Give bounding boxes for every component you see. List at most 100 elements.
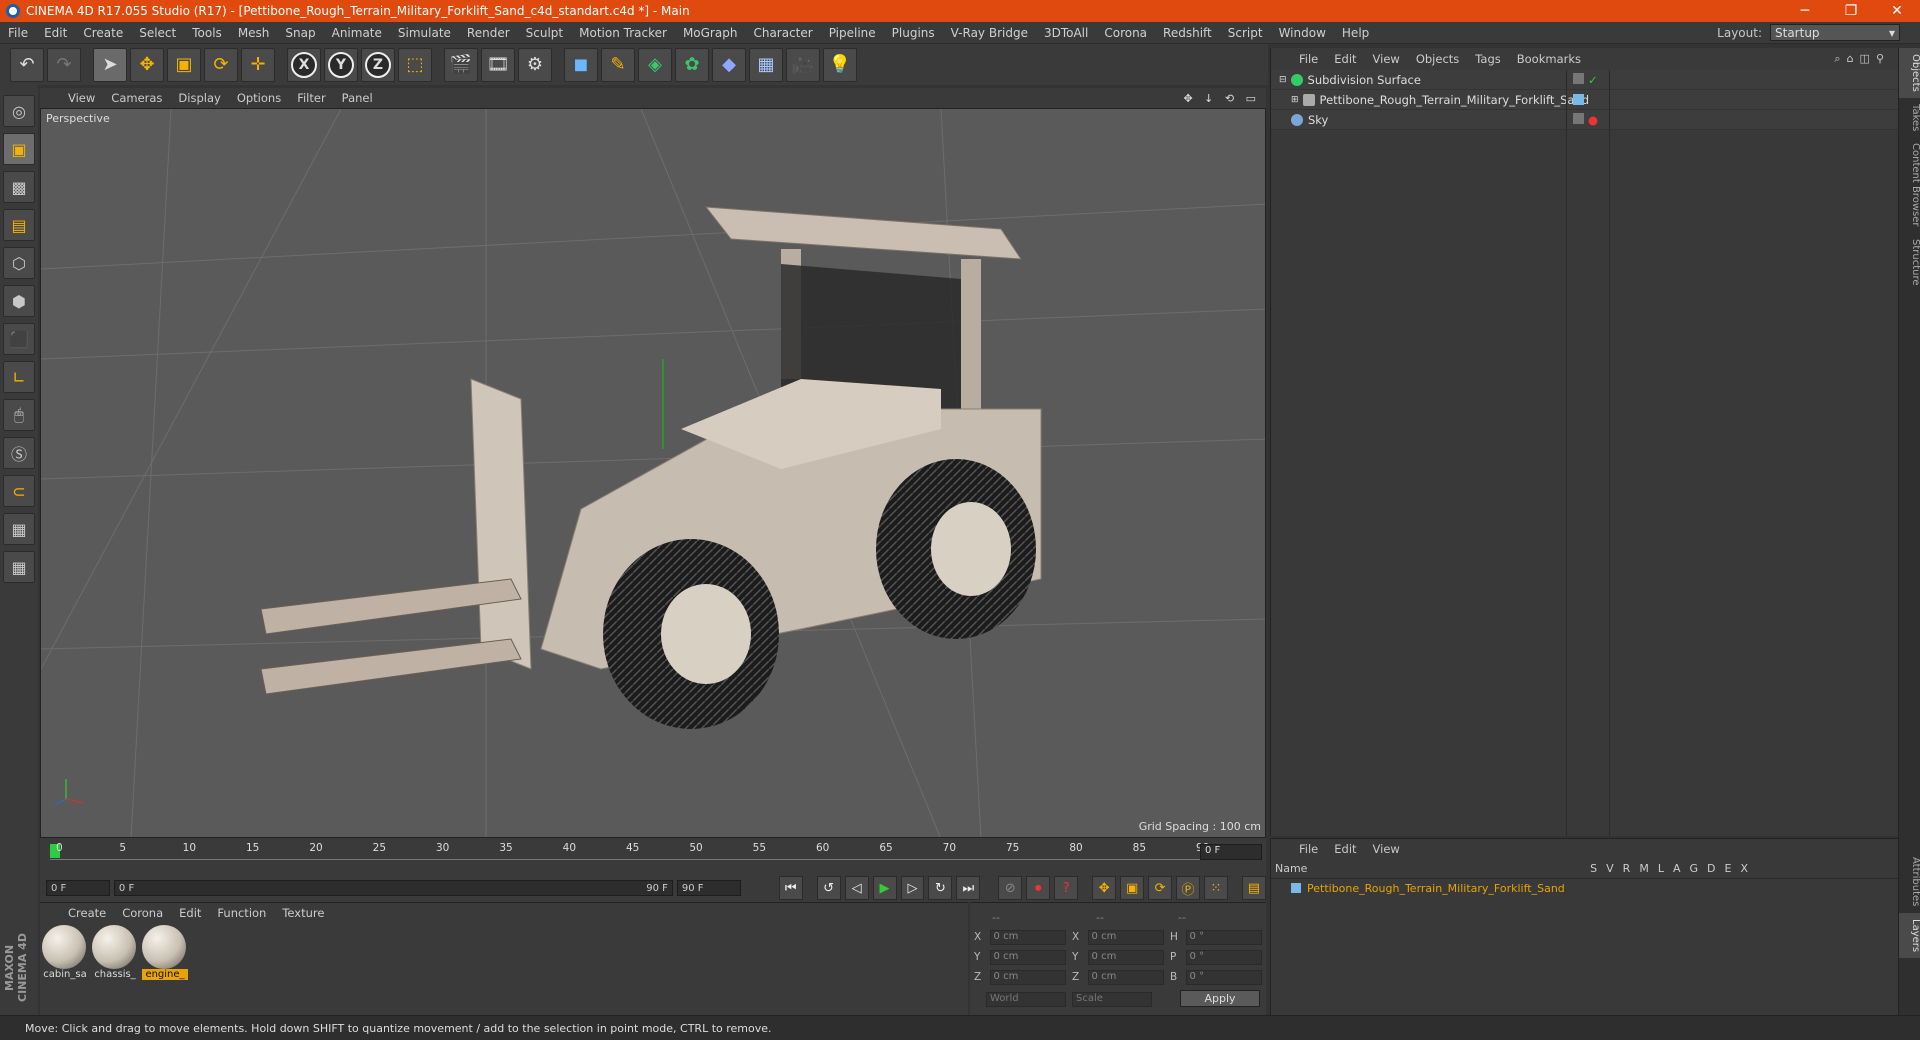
close-button[interactable]: ✕ bbox=[1874, 0, 1920, 22]
object-menu-view[interactable]: View bbox=[1365, 52, 1408, 66]
menu-3dtoall[interactable]: 3DToAll bbox=[1036, 26, 1096, 40]
play-button[interactable]: ▶ bbox=[872, 876, 897, 900]
layer-col-xrefs[interactable]: X bbox=[1740, 862, 1748, 875]
material-menu-edit[interactable]: Edit bbox=[171, 906, 209, 920]
size-z-field[interactable]: 0 cm bbox=[1087, 969, 1164, 985]
key-scale-button[interactable]: ▣ bbox=[1120, 876, 1145, 900]
menu-character[interactable]: Character bbox=[745, 26, 820, 40]
key-pla-button[interactable]: ⁙ bbox=[1204, 876, 1228, 900]
y-axis-toggle[interactable]: Y bbox=[324, 47, 358, 82]
layout-dropdown[interactable]: Startup ▾ bbox=[1770, 24, 1900, 41]
menu-motion-tracker[interactable]: Motion Tracker bbox=[571, 26, 675, 40]
layer-row[interactable]: Pettibone_Rough_Terrain_Military_Forklif… bbox=[1271, 879, 1898, 897]
deformer-button[interactable]: ◆ bbox=[712, 47, 746, 82]
texture-mode-button[interactable]: ▩ bbox=[3, 171, 35, 203]
key-rotation-button[interactable]: ⟳ bbox=[1148, 876, 1173, 900]
menu-render[interactable]: Render bbox=[459, 26, 518, 40]
layer-col-solo[interactable]: S bbox=[1590, 862, 1597, 875]
start-frame-field[interactable]: 0 F bbox=[46, 880, 110, 896]
viewport-nav-icons[interactable]: ✥ ↓ ⟲ ▭ bbox=[1183, 92, 1260, 105]
axis-mode-button[interactable]: ∟ bbox=[3, 361, 35, 393]
position-y-field[interactable]: 0 cm bbox=[989, 949, 1066, 965]
floor-button[interactable]: ▦ bbox=[749, 47, 783, 82]
rotation-b-field[interactable]: 0 ° bbox=[1185, 969, 1262, 985]
camera-button[interactable]: 🎥 bbox=[786, 47, 820, 82]
make-editable-button[interactable]: ◎ bbox=[3, 95, 35, 127]
menu-corona[interactable]: Corona bbox=[1096, 26, 1155, 40]
coordinate-system-button[interactable]: ⬚ bbox=[398, 47, 432, 82]
workplane-mode-button[interactable]: ▤ bbox=[3, 209, 35, 241]
viewport-menu-filter[interactable]: Filter bbox=[289, 91, 333, 105]
rotation-p-field[interactable]: 0 ° bbox=[1185, 949, 1262, 965]
menu-file[interactable]: File bbox=[0, 26, 36, 40]
move-tool-button[interactable]: ✥ bbox=[130, 47, 164, 82]
menu-select[interactable]: Select bbox=[131, 26, 184, 40]
subdivision-surface-button[interactable]: ◈ bbox=[638, 47, 672, 82]
menu-edit[interactable]: Edit bbox=[36, 26, 75, 40]
minimize-button[interactable]: ─ bbox=[1782, 0, 1828, 22]
layer-col-view[interactable]: V bbox=[1606, 862, 1614, 875]
menu-window[interactable]: Window bbox=[1271, 26, 1334, 40]
tab-structure[interactable]: Structure bbox=[1899, 233, 1920, 292]
menu-mograph[interactable]: MoGraph bbox=[675, 26, 746, 40]
column-divider[interactable] bbox=[1566, 70, 1567, 836]
column-divider[interactable] bbox=[1609, 70, 1610, 836]
previous-frame-button[interactable]: ◁ bbox=[844, 876, 869, 900]
expand-icon[interactable]: ⊞ bbox=[1291, 95, 1299, 105]
layer-col-animation[interactable]: A bbox=[1673, 862, 1681, 875]
timeline-window-button[interactable]: ▤ bbox=[1241, 876, 1266, 900]
keyframe-selection-button[interactable]: ? bbox=[1054, 876, 1079, 900]
menu-create[interactable]: Create bbox=[75, 26, 131, 40]
apply-button[interactable]: Apply bbox=[1180, 990, 1260, 1007]
key-position-button[interactable]: ✥ bbox=[1092, 876, 1117, 900]
layer-menu-edit[interactable]: Edit bbox=[1326, 842, 1364, 856]
menu-redshift[interactable]: Redshift bbox=[1155, 26, 1220, 40]
viewport-menu-panel[interactable]: Panel bbox=[334, 91, 381, 105]
size-mode-dropdown[interactable]: Scale bbox=[1072, 991, 1152, 1007]
go-to-end-button[interactable]: ⏭ bbox=[956, 876, 981, 900]
visibility-dot-icon[interactable]: ● bbox=[1588, 113, 1598, 127]
collapse-icon[interactable]: ⊟ bbox=[1279, 75, 1287, 85]
select-tool-button[interactable]: ➤ bbox=[93, 47, 127, 82]
light-button[interactable]: 💡 bbox=[823, 47, 857, 82]
model-mode-button[interactable]: ▣ bbox=[3, 133, 35, 165]
points-mode-button[interactable]: ⬡ bbox=[3, 247, 35, 279]
frame-range-slider[interactable]: 0 F 90 F bbox=[113, 880, 673, 896]
layer-col-manager[interactable]: M bbox=[1639, 862, 1649, 875]
viewport-menu-display[interactable]: Display bbox=[170, 91, 228, 105]
rotate-tool-button[interactable]: ⟳ bbox=[204, 47, 238, 82]
spline-pen-button[interactable]: ✎ bbox=[601, 47, 635, 82]
menu-vray-bridge[interactable]: V-Ray Bridge bbox=[943, 26, 1036, 40]
key-parameter-button[interactable]: Ⓟ bbox=[1176, 876, 1201, 900]
render-settings-button[interactable]: ⚙ bbox=[518, 47, 552, 82]
layer-col-generators[interactable]: G bbox=[1689, 862, 1698, 875]
tweak-mode-button[interactable]: 🖱 bbox=[3, 399, 35, 431]
z-axis-toggle[interactable]: Z bbox=[361, 47, 395, 82]
menu-tools[interactable]: Tools bbox=[184, 26, 230, 40]
timeline-ruler[interactable]: 051015202530354045505560657075808590 bbox=[50, 842, 1209, 860]
redo-button[interactable]: ↷ bbox=[47, 47, 81, 82]
layer-menu-view[interactable]: View bbox=[1365, 842, 1408, 856]
menu-sculpt[interactable]: Sculpt bbox=[518, 26, 571, 40]
transform-tool-button[interactable]: ✛ bbox=[241, 47, 275, 82]
object-menu-tags[interactable]: Tags bbox=[1467, 52, 1508, 66]
menu-plugins[interactable]: Plugins bbox=[884, 26, 943, 40]
material-menu-texture[interactable]: Texture bbox=[274, 906, 332, 920]
viewport-menu-cameras[interactable]: Cameras bbox=[103, 91, 170, 105]
polygons-mode-button[interactable]: ⬛ bbox=[3, 323, 35, 355]
tab-objects[interactable]: Objects bbox=[1899, 48, 1920, 98]
material-menu-function[interactable]: Function bbox=[209, 906, 274, 920]
previous-key-button[interactable]: ↺ bbox=[816, 876, 841, 900]
check-icon[interactable]: ✓ bbox=[1588, 73, 1598, 87]
next-key-button[interactable]: ↻ bbox=[928, 876, 953, 900]
menu-animate[interactable]: Animate bbox=[324, 26, 390, 40]
menu-script[interactable]: Script bbox=[1220, 26, 1271, 40]
layer-color-swatch[interactable] bbox=[1291, 883, 1301, 893]
layer-col-locked[interactable]: L bbox=[1658, 862, 1664, 875]
object-menu-edit[interactable]: Edit bbox=[1326, 52, 1364, 66]
rotation-h-field[interactable]: 0 ° bbox=[1185, 929, 1262, 945]
menu-simulate[interactable]: Simulate bbox=[390, 26, 459, 40]
workplane-lock-button[interactable]: ▦ bbox=[3, 513, 35, 545]
current-frame-field[interactable]: 0 F bbox=[1200, 844, 1262, 860]
layer-col-deformers[interactable]: D bbox=[1707, 862, 1715, 875]
